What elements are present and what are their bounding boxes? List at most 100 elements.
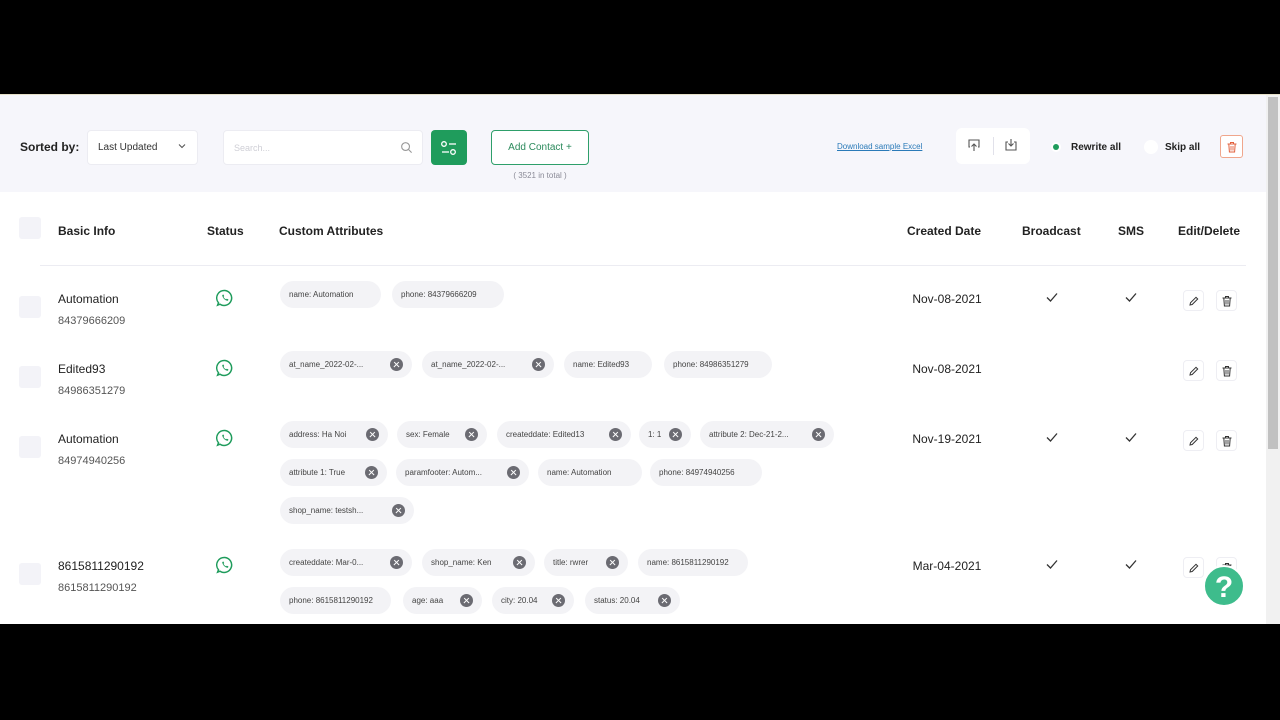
edit-button[interactable] bbox=[1183, 290, 1204, 311]
attribute-chip: 1: 1 bbox=[639, 421, 691, 448]
remove-attribute-icon[interactable] bbox=[460, 594, 473, 607]
trash-icon bbox=[1222, 296, 1232, 307]
sms-check-icon bbox=[1125, 293, 1137, 302]
sms-check-icon bbox=[1125, 560, 1137, 569]
attribute-chip-text: title: rwrer bbox=[553, 558, 589, 567]
help-button[interactable]: ? bbox=[1203, 565, 1245, 607]
attribute-chip: name: Automation bbox=[538, 459, 642, 486]
header-custom-attributes: Custom Attributes bbox=[279, 224, 384, 238]
remove-attribute-icon[interactable] bbox=[609, 428, 622, 441]
attribute-chip-text: shop_name: testsh... bbox=[289, 506, 364, 515]
contact-name: Automation bbox=[58, 292, 119, 306]
created-date: Nov-19-2021 bbox=[912, 432, 982, 446]
attribute-chip-text: createddate: Mar-0... bbox=[289, 558, 364, 567]
divider bbox=[993, 137, 994, 155]
delete-button[interactable] bbox=[1216, 360, 1237, 381]
contact-name: Edited93 bbox=[58, 362, 106, 376]
row-checkbox[interactable] bbox=[19, 563, 41, 585]
pencil-icon bbox=[1189, 436, 1199, 446]
remove-attribute-icon[interactable] bbox=[390, 556, 403, 569]
remove-attribute-icon[interactable] bbox=[812, 428, 825, 441]
row-checkbox[interactable] bbox=[19, 366, 41, 388]
filter-button[interactable] bbox=[431, 130, 467, 165]
search-box bbox=[223, 130, 423, 165]
sms-check-icon bbox=[1125, 433, 1137, 442]
pencil-icon bbox=[1189, 296, 1199, 306]
remove-attribute-icon[interactable] bbox=[552, 594, 565, 607]
download-sample-link[interactable]: Download sample Excel bbox=[837, 142, 922, 151]
add-contact-button[interactable]: Add Contact + bbox=[491, 130, 589, 165]
whatsapp-icon bbox=[216, 556, 233, 574]
broadcast-check-icon bbox=[1046, 433, 1058, 442]
attribute-chip-text: createddate: Edited13 bbox=[506, 430, 585, 439]
contact-phone: 8615811290192 bbox=[58, 582, 137, 594]
attribute-chip: name: Edited93 bbox=[564, 351, 652, 378]
pencil-icon bbox=[1189, 366, 1199, 376]
upload-icon[interactable] bbox=[967, 138, 981, 152]
attribute-chip: address: Ha Noi bbox=[280, 421, 388, 448]
remove-attribute-icon[interactable] bbox=[606, 556, 619, 569]
header-edit-delete: Edit/Delete bbox=[1178, 224, 1241, 238]
remove-attribute-icon[interactable] bbox=[532, 358, 545, 371]
delete-button[interactable] bbox=[1216, 430, 1237, 451]
whatsapp-icon bbox=[216, 429, 233, 447]
remove-attribute-icon[interactable] bbox=[390, 358, 403, 371]
attribute-chip-text: sex: Female bbox=[406, 430, 450, 439]
whatsapp-icon bbox=[216, 289, 233, 307]
contact-phone: 84974940256 bbox=[58, 455, 126, 467]
search-input[interactable] bbox=[224, 131, 384, 164]
attribute-chip: age: aaa bbox=[403, 587, 482, 614]
attribute-chip-text: paramfooter: Autom... bbox=[405, 468, 482, 477]
delete-button[interactable] bbox=[1216, 290, 1237, 311]
edit-button[interactable] bbox=[1183, 557, 1204, 578]
attribute-chip: createddate: Mar-0... bbox=[280, 549, 412, 576]
rewrite-all-radio[interactable] bbox=[1051, 142, 1061, 152]
delete-all-button[interactable] bbox=[1220, 135, 1243, 158]
attribute-chip-text: attribute 2: Dec-21-2... bbox=[709, 430, 789, 439]
chevron-down-icon bbox=[178, 144, 186, 149]
attribute-chip: attribute 2: Dec-21-2... bbox=[700, 421, 834, 448]
download-icon[interactable] bbox=[1004, 138, 1018, 152]
search-icon[interactable] bbox=[400, 141, 413, 154]
contacts-app: Sorted by: Last Updated Add Contact + ( … bbox=[0, 94, 1280, 624]
trash-icon bbox=[1222, 366, 1232, 377]
attribute-chip: city: 20.04 bbox=[492, 587, 574, 614]
remove-attribute-icon[interactable] bbox=[365, 466, 378, 479]
attribute-chip: title: rwrer bbox=[544, 549, 628, 576]
skip-all-radio[interactable] bbox=[1144, 140, 1158, 154]
row-checkbox[interactable] bbox=[19, 296, 41, 318]
sort-select-value: Last Updated bbox=[98, 142, 158, 153]
contact-name: 8615811290192 bbox=[58, 559, 144, 573]
header-created-date: Created Date bbox=[907, 224, 982, 238]
attribute-chip-text: shop_name: Ken bbox=[431, 558, 492, 567]
whatsapp-icon bbox=[216, 359, 233, 377]
trash-icon bbox=[1222, 436, 1232, 447]
remove-attribute-icon[interactable] bbox=[465, 428, 478, 441]
sorted-by-label: Sorted by: bbox=[20, 140, 80, 154]
remove-attribute-icon[interactable] bbox=[366, 428, 379, 441]
scrollbar-thumb[interactable] bbox=[1268, 97, 1278, 449]
sort-select[interactable]: Last Updated bbox=[87, 130, 198, 165]
attribute-chip: paramfooter: Autom... bbox=[396, 459, 529, 486]
row-checkbox[interactable] bbox=[19, 436, 41, 458]
remove-attribute-icon[interactable] bbox=[658, 594, 671, 607]
created-date: Mar-04-2021 bbox=[912, 559, 982, 573]
skip-all-label[interactable]: Skip all bbox=[1165, 142, 1200, 153]
select-all-checkbox[interactable] bbox=[19, 217, 41, 239]
created-date: Nov-08-2021 bbox=[912, 362, 982, 376]
attribute-chip: phone: 84986351279 bbox=[664, 351, 772, 378]
remove-attribute-icon[interactable] bbox=[513, 556, 526, 569]
pencil-icon bbox=[1189, 563, 1199, 573]
attribute-chip: shop_name: testsh... bbox=[280, 497, 414, 524]
attribute-chip-text: at_name_2022-02-... bbox=[289, 360, 364, 369]
broadcast-check-icon bbox=[1046, 293, 1058, 302]
edit-button[interactable] bbox=[1183, 360, 1204, 381]
filter-icon bbox=[441, 141, 456, 155]
remove-attribute-icon[interactable] bbox=[392, 504, 405, 517]
attribute-chip: phone: 84379666209 bbox=[392, 281, 504, 308]
remove-attribute-icon[interactable] bbox=[507, 466, 520, 479]
edit-button[interactable] bbox=[1183, 430, 1204, 451]
attribute-chip: name: Automation bbox=[280, 281, 381, 308]
remove-attribute-icon[interactable] bbox=[669, 428, 682, 441]
rewrite-all-label[interactable]: Rewrite all bbox=[1071, 142, 1121, 153]
